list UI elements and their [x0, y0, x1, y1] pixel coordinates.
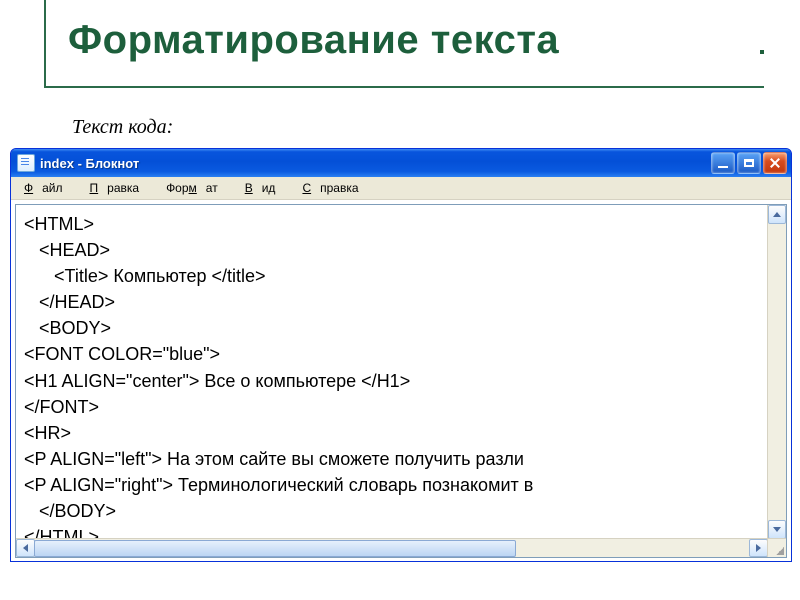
decorative-rule-vertical [44, 0, 46, 88]
decorative-rule-horizontal [44, 86, 764, 88]
window-caption: index - Блокнот [40, 156, 711, 171]
minimize-button[interactable] [711, 152, 735, 174]
client-area: <HTML> <HEAD> <Title> Компьютер </title>… [11, 200, 791, 562]
menu-format-rest: ат [197, 179, 227, 197]
menu-help[interactable]: Справка [293, 179, 376, 197]
horizontal-scrollbar[interactable] [16, 538, 768, 557]
page-title: Форматирование текста [68, 18, 559, 63]
code-content[interactable]: <HTML> <HEAD> <Title> Компьютер </title>… [16, 205, 768, 539]
window-titlebar[interactable]: index - Блокнот [11, 149, 791, 177]
scroll-left-button[interactable] [16, 539, 35, 557]
horizontal-scroll-thumb[interactable] [34, 540, 516, 557]
text-area[interactable]: <HTML> <HEAD> <Title> Компьютер </title>… [15, 204, 787, 558]
menu-view[interactable]: Вид [236, 179, 294, 197]
menu-edit-rest: равка [98, 179, 148, 197]
resize-grip-icon[interactable] [767, 538, 786, 557]
notepad-window: index - Блокнот Файл Правка Формат Вид С… [10, 148, 792, 562]
menu-file-rest: айл [33, 179, 71, 197]
code-label: Текст кода: [72, 116, 173, 139]
scroll-up-button[interactable] [768, 205, 786, 224]
menu-view-rest: ид [253, 179, 285, 197]
maximize-button[interactable] [737, 152, 761, 174]
menu-format[interactable]: Формат [157, 179, 236, 197]
scroll-down-button[interactable] [768, 520, 786, 539]
close-button[interactable] [763, 152, 787, 174]
menu-edit[interactable]: Правка [81, 179, 158, 197]
menu-file[interactable]: Файл [15, 179, 81, 197]
menu-bar: Файл Правка Формат Вид Справка [11, 177, 791, 200]
title-dot [760, 50, 764, 54]
menu-help-rest: правка [311, 179, 367, 197]
document-icon [17, 154, 35, 172]
vertical-scrollbar[interactable] [767, 205, 786, 539]
scroll-right-button[interactable] [749, 539, 768, 557]
